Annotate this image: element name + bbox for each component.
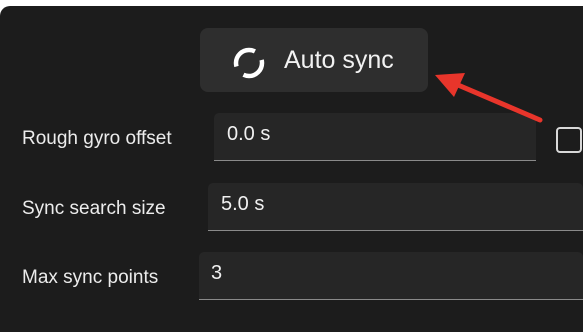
rough-gyro-offset-label: Rough gyro offset bbox=[22, 128, 172, 149]
max-sync-points-value: 3 bbox=[211, 262, 223, 284]
sync-search-size-value: 5.0 s bbox=[221, 193, 265, 215]
rough-gyro-offset-checkbox[interactable] bbox=[556, 127, 582, 153]
sync-icon bbox=[233, 47, 265, 79]
annotation-arrow bbox=[435, 73, 543, 123]
sync-search-size-label: Sync search size bbox=[22, 198, 166, 219]
max-sync-points-field[interactable]: 3 bbox=[199, 252, 583, 300]
rough-gyro-offset-value: 0.0 s bbox=[227, 123, 271, 145]
sync-settings-panel: Auto sync Rough gyro offset 0.0 s Sync s… bbox=[0, 6, 583, 332]
sync-search-size-field[interactable]: 5.0 s bbox=[208, 183, 583, 231]
auto-sync-button[interactable]: Auto sync bbox=[200, 28, 428, 92]
auto-sync-label: Auto sync bbox=[284, 46, 394, 74]
max-sync-points-label: Max sync points bbox=[22, 267, 159, 288]
